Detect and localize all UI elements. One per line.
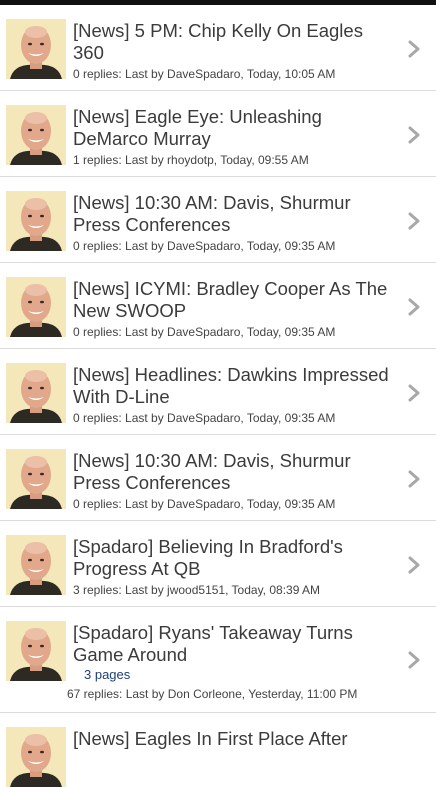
author-avatar xyxy=(6,621,66,681)
thread-row[interactable]: [Spadaro] Believing In Bradford's Progre… xyxy=(0,521,436,607)
user-avatar xyxy=(6,105,66,165)
chevron-right-icon[interactable] xyxy=(406,651,422,669)
thread-title[interactable]: [Spadaro] Ryans' Takeaway Turns Game Aro… xyxy=(73,622,393,666)
thread-row[interactable]: [News] 10:30 AM: Davis, Shurmur Press Co… xyxy=(0,435,436,521)
chevron-right-icon[interactable] xyxy=(406,126,422,144)
author-avatar xyxy=(6,277,66,337)
thread-meta: 0 replies: Last by DaveSpadaro, Today, 0… xyxy=(73,411,336,425)
author-avatar xyxy=(6,449,66,509)
user-avatar xyxy=(6,363,66,423)
user-avatar xyxy=(6,191,66,251)
thread-meta: 0 replies: Last by DaveSpadaro, Today, 0… xyxy=(73,239,336,253)
thread-row[interactable]: [News] 10:30 AM: Davis, Shurmur Press Co… xyxy=(0,177,436,263)
chevron-right-icon[interactable] xyxy=(406,384,422,402)
chevron-right-icon[interactable] xyxy=(406,40,422,58)
author-avatar xyxy=(6,363,66,423)
thread-meta: 67 replies: Last by Don Corleone, Yester… xyxy=(67,687,358,701)
author-avatar xyxy=(6,105,66,165)
thread-title[interactable]: [News] 10:30 AM: Davis, Shurmur Press Co… xyxy=(73,192,393,236)
user-avatar xyxy=(6,535,66,595)
thread-row[interactable]: [News] 5 PM: Chip Kelly On Eagles 360 0 … xyxy=(0,5,436,91)
author-avatar xyxy=(6,727,66,787)
chevron-right-icon[interactable] xyxy=(406,298,422,316)
thread-meta: 0 replies: Last by DaveSpadaro, Today, 1… xyxy=(73,67,336,81)
user-avatar xyxy=(6,19,66,79)
thread-meta: 1 replies: Last by rhoydotp, Today, 09:5… xyxy=(73,153,309,167)
thread-meta: 0 replies: Last by DaveSpadaro, Today, 0… xyxy=(73,325,336,339)
thread-title[interactable]: [News] 10:30 AM: Davis, Shurmur Press Co… xyxy=(73,450,393,494)
thread-row[interactable]: [News] Eagles In First Place After xyxy=(0,713,436,787)
thread-row[interactable]: [News] Headlines: Dawkins Impressed With… xyxy=(0,349,436,435)
author-avatar xyxy=(6,19,66,79)
user-avatar xyxy=(6,727,66,787)
author-avatar xyxy=(6,535,66,595)
thread-title[interactable]: [News] 5 PM: Chip Kelly On Eagles 360 xyxy=(73,20,393,64)
thread-title[interactable]: [News] ICYMI: Bradley Cooper As The New … xyxy=(73,278,393,322)
user-avatar xyxy=(6,277,66,337)
chevron-right-icon[interactable] xyxy=(406,470,422,488)
thread-row[interactable]: [News] Eagle Eye: Unleashing DeMarco Mur… xyxy=(0,91,436,177)
user-avatar xyxy=(6,449,66,509)
thread-meta: 0 replies: Last by DaveSpadaro, Today, 0… xyxy=(73,497,336,511)
thread-list: [News] 5 PM: Chip Kelly On Eagles 360 0 … xyxy=(0,5,436,787)
author-avatar xyxy=(6,191,66,251)
pages-link[interactable]: 3 pages xyxy=(84,667,130,682)
thread-title[interactable]: [News] Headlines: Dawkins Impressed With… xyxy=(73,364,393,408)
thread-meta: 3 replies: Last by jwood5151, Today, 08:… xyxy=(73,583,321,597)
thread-title[interactable]: [News] Eagles In First Place After xyxy=(73,728,393,750)
thread-row[interactable]: [Spadaro] Ryans' Takeaway Turns Game Aro… xyxy=(0,607,436,713)
user-avatar xyxy=(6,621,66,681)
chevron-right-icon[interactable] xyxy=(406,556,422,574)
thread-title[interactable]: [News] Eagle Eye: Unleashing DeMarco Mur… xyxy=(73,106,393,150)
chevron-right-icon[interactable] xyxy=(406,212,422,230)
thread-row[interactable]: [News] ICYMI: Bradley Cooper As The New … xyxy=(0,263,436,349)
thread-title[interactable]: [Spadaro] Believing In Bradford's Progre… xyxy=(73,536,393,580)
